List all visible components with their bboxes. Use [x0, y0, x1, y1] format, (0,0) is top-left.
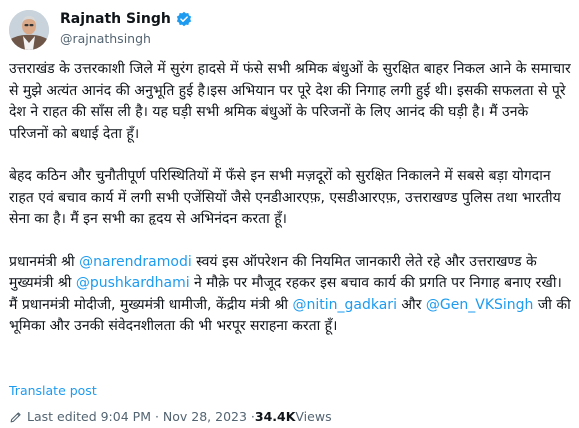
tweet-paragraph-3: प्रधानमंत्री श्री @narendramodi स्वयं इस… — [9, 252, 571, 338]
last-edited-timestamp[interactable]: Last edited 9:04 PM · Nov 28, 2023 · — [27, 409, 255, 425]
author-name[interactable]: Rajnath Singh — [60, 10, 171, 28]
tweet-text: बेहद कठिन और चुनौतीपूर्ण परिस्थितियों मे… — [9, 168, 561, 227]
views-count: 34.4K — [254, 409, 296, 424]
views-label: Views — [295, 409, 332, 424]
tweet-body: उत्तराखंड के उत्तरकाशी जिले में सुरंग हा… — [9, 59, 571, 338]
mention-link[interactable]: @narendramodi — [79, 254, 192, 270]
tweet-meta: Last edited 9:04 PM · Nov 28, 2023 · 34.… — [9, 409, 332, 425]
author-name-row[interactable]: Rajnath Singh — [60, 10, 192, 28]
pencil-edit-icon[interactable] — [9, 411, 22, 424]
verified-badge-icon — [176, 11, 192, 27]
mention-link[interactable]: @Gen_VKSingh — [426, 297, 534, 313]
mention-link[interactable]: @nitin_gadkari — [293, 297, 397, 313]
tweet-paragraph-2: बेहद कठिन और चुनौतीपूर्ण परिस्थितियों मे… — [9, 166, 571, 231]
tweet-text: उत्तराखंड के उत्तरकाशी जिले में सुरंग हा… — [9, 61, 571, 142]
author-handle[interactable]: @rajnathsingh — [60, 31, 151, 47]
author-avatar[interactable] — [9, 10, 49, 50]
tweet-text: प्रधानमंत्री श्री — [9, 253, 80, 270]
tweet-paragraph-1: उत्तराखंड के उत्तरकाशी जिले में सुरंग हा… — [9, 59, 571, 145]
translate-post-link[interactable]: Translate post — [9, 383, 97, 399]
mention-link[interactable]: @pushkardhami — [76, 275, 190, 291]
tweet-text: और — [396, 296, 426, 313]
